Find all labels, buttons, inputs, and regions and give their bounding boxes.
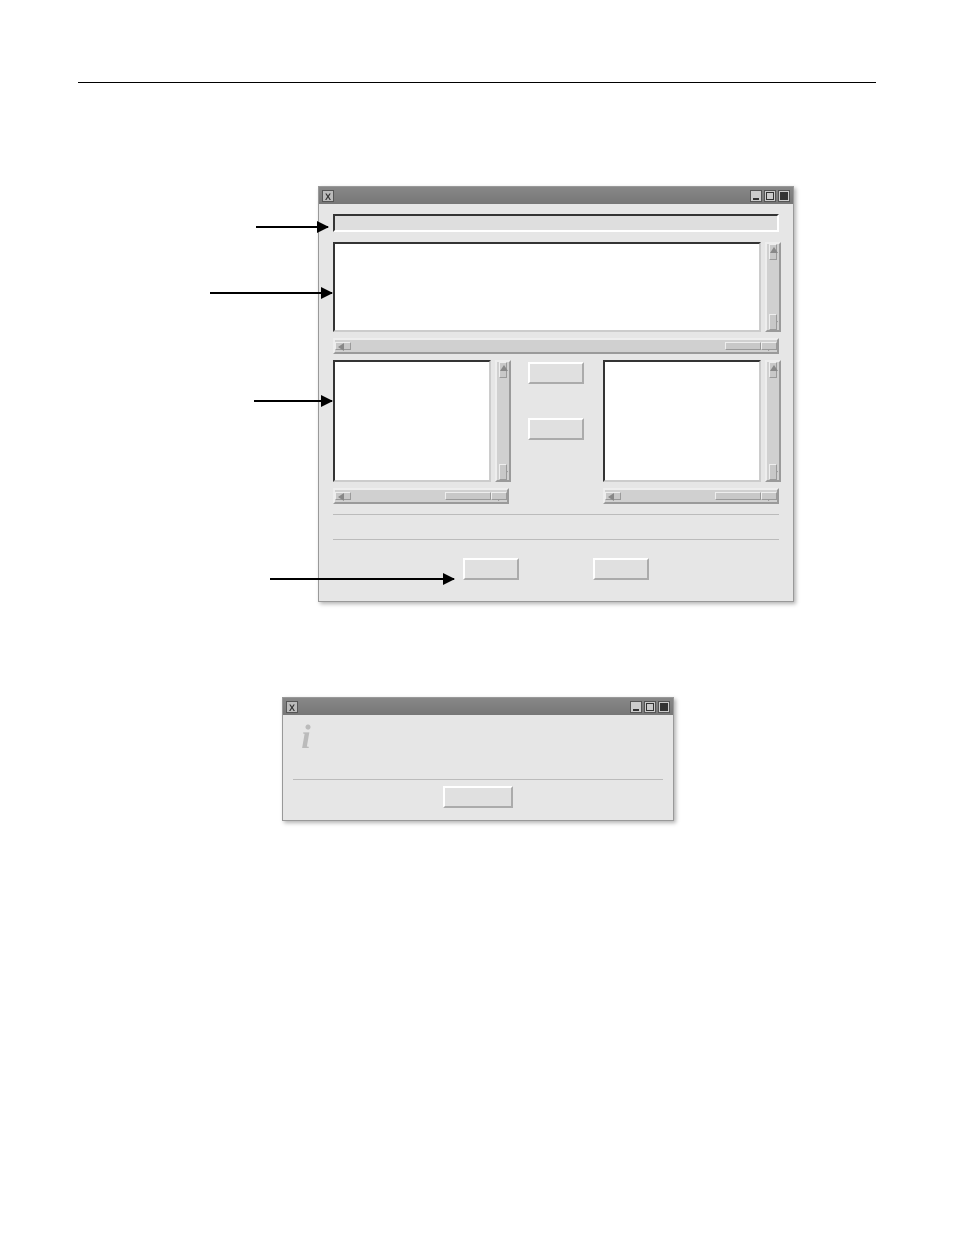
separator bbox=[333, 514, 779, 515]
ok-button[interactable] bbox=[463, 558, 519, 580]
scroll-up-icon bbox=[770, 365, 778, 371]
main-dialog-body bbox=[319, 204, 793, 601]
name-text-field[interactable] bbox=[333, 214, 779, 232]
maximize-button[interactable] bbox=[644, 701, 656, 713]
callout-arrow-field bbox=[256, 226, 328, 228]
scroll-left-icon bbox=[608, 493, 614, 501]
scroll-down-icon bbox=[770, 321, 778, 327]
maximize-button[interactable] bbox=[764, 190, 776, 202]
scroll-up-icon bbox=[770, 247, 778, 253]
information-icon: i bbox=[293, 723, 319, 759]
scroll-up-icon bbox=[500, 365, 508, 371]
window-buttons bbox=[630, 701, 670, 713]
right-list-hscroll[interactable] bbox=[603, 488, 779, 504]
hscroll-thumb[interactable] bbox=[725, 342, 761, 350]
dialog-button-row bbox=[333, 558, 779, 580]
minimize-button[interactable] bbox=[750, 190, 762, 202]
main-list-hscroll[interactable] bbox=[333, 338, 779, 354]
separator bbox=[293, 779, 663, 780]
right-list-vscroll[interactable] bbox=[765, 360, 781, 482]
scroll-left-icon bbox=[338, 343, 344, 351]
info-button-row bbox=[293, 786, 663, 812]
scroll-right-icon bbox=[768, 343, 774, 351]
left-list-hscroll[interactable] bbox=[333, 488, 509, 504]
callout-arrow-list bbox=[210, 292, 332, 294]
add-button[interactable] bbox=[528, 362, 584, 384]
scroll-right-icon bbox=[768, 493, 774, 501]
system-menu-icon[interactable]: X bbox=[286, 701, 298, 713]
main-dialog: X bbox=[318, 186, 794, 602]
callout-arrow-buttons bbox=[270, 578, 454, 580]
info-dialog-body: i bbox=[283, 715, 673, 820]
scroll-right-icon bbox=[498, 493, 504, 501]
close-button[interactable] bbox=[778, 190, 790, 202]
system-menu-icon[interactable]: X bbox=[322, 190, 334, 202]
info-dialog: X i bbox=[282, 697, 674, 821]
callout-arrow-side-list bbox=[254, 400, 332, 402]
left-list-vscroll[interactable] bbox=[495, 360, 511, 482]
transfer-buttons bbox=[517, 360, 595, 500]
main-dialog-titlebar[interactable]: X bbox=[319, 187, 793, 204]
right-list-container bbox=[603, 360, 779, 500]
info-content: i bbox=[293, 723, 663, 773]
scroll-down-icon bbox=[500, 471, 508, 477]
main-list[interactable] bbox=[333, 242, 761, 332]
close-button[interactable] bbox=[658, 701, 670, 713]
main-list-container bbox=[333, 242, 779, 350]
main-list-vscroll[interactable] bbox=[765, 242, 781, 332]
hscroll-thumb[interactable] bbox=[715, 492, 761, 500]
window-buttons bbox=[750, 190, 790, 202]
scroll-left-icon bbox=[338, 493, 344, 501]
info-ok-button[interactable] bbox=[443, 786, 513, 808]
left-list-container bbox=[333, 360, 509, 500]
info-dialog-titlebar[interactable]: X bbox=[283, 698, 673, 715]
left-list[interactable] bbox=[333, 360, 491, 482]
hscroll-thumb[interactable] bbox=[445, 492, 491, 500]
minimize-button[interactable] bbox=[630, 701, 642, 713]
remove-button[interactable] bbox=[528, 418, 584, 440]
right-list[interactable] bbox=[603, 360, 761, 482]
separator bbox=[333, 539, 779, 540]
page-header-rule bbox=[78, 82, 876, 83]
dual-list-row bbox=[333, 360, 779, 500]
scroll-down-icon bbox=[770, 471, 778, 477]
cancel-button[interactable] bbox=[593, 558, 649, 580]
